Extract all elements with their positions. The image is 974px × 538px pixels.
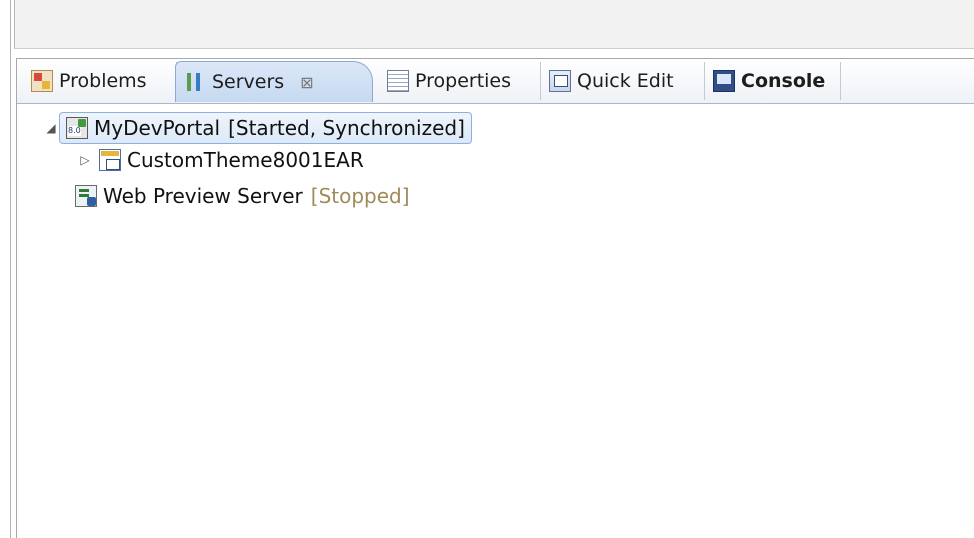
server-status: [Stopped] bbox=[310, 184, 410, 208]
tab-problems[interactable]: Problems bbox=[23, 62, 177, 100]
servers-icon bbox=[184, 71, 206, 93]
tab-quick-edit-label: Quick Edit bbox=[577, 70, 674, 92]
tab-problems-label: Problems bbox=[59, 70, 147, 92]
properties-icon bbox=[387, 70, 409, 92]
tree-row-web-preview[interactable]: Web Preview Server [Stopped] bbox=[69, 179, 410, 213]
tab-console[interactable]: Console bbox=[705, 62, 841, 100]
server-status: [Started, Synchronized] bbox=[228, 116, 465, 140]
window-border bbox=[10, 0, 11, 538]
server-started-icon bbox=[66, 117, 88, 139]
tree-row-mydevportal[interactable]: ◢ MyDevPortal [Started, Synchronized] bbox=[43, 111, 472, 145]
ear-module-icon bbox=[99, 149, 121, 171]
tab-servers-label: Servers bbox=[212, 71, 285, 93]
tab-console-label: Console bbox=[741, 70, 826, 92]
tree-item-selected[interactable]: MyDevPortal [Started, Synchronized] bbox=[59, 112, 472, 144]
console-icon bbox=[713, 70, 735, 92]
editor-area bbox=[14, 0, 974, 49]
servers-view-panel: Problems Servers ⊠ Properties Quick Edit… bbox=[16, 58, 974, 538]
expand-icon[interactable]: ▷ bbox=[77, 153, 93, 167]
quick-edit-icon bbox=[549, 70, 571, 92]
ide-window: Problems Servers ⊠ Properties Quick Edit… bbox=[0, 0, 974, 538]
module-name: CustomTheme8001EAR bbox=[127, 148, 364, 172]
close-icon[interactable]: ⊠ bbox=[300, 73, 313, 92]
collapse-icon[interactable]: ◢ bbox=[43, 121, 59, 135]
tab-properties-label: Properties bbox=[415, 70, 512, 92]
server-name: Web Preview Server bbox=[103, 184, 303, 208]
tab-servers[interactable]: Servers ⊠ bbox=[175, 61, 373, 102]
tab-properties[interactable]: Properties bbox=[379, 62, 541, 100]
view-tab-bar: Problems Servers ⊠ Properties Quick Edit… bbox=[17, 59, 974, 104]
problems-icon bbox=[31, 70, 53, 92]
server-name: MyDevPortal bbox=[94, 116, 221, 140]
server-stopped-icon bbox=[75, 185, 97, 207]
tab-quick-edit[interactable]: Quick Edit bbox=[541, 62, 705, 100]
tree-row-ear[interactable]: ▷ CustomTheme8001EAR bbox=[77, 143, 364, 177]
